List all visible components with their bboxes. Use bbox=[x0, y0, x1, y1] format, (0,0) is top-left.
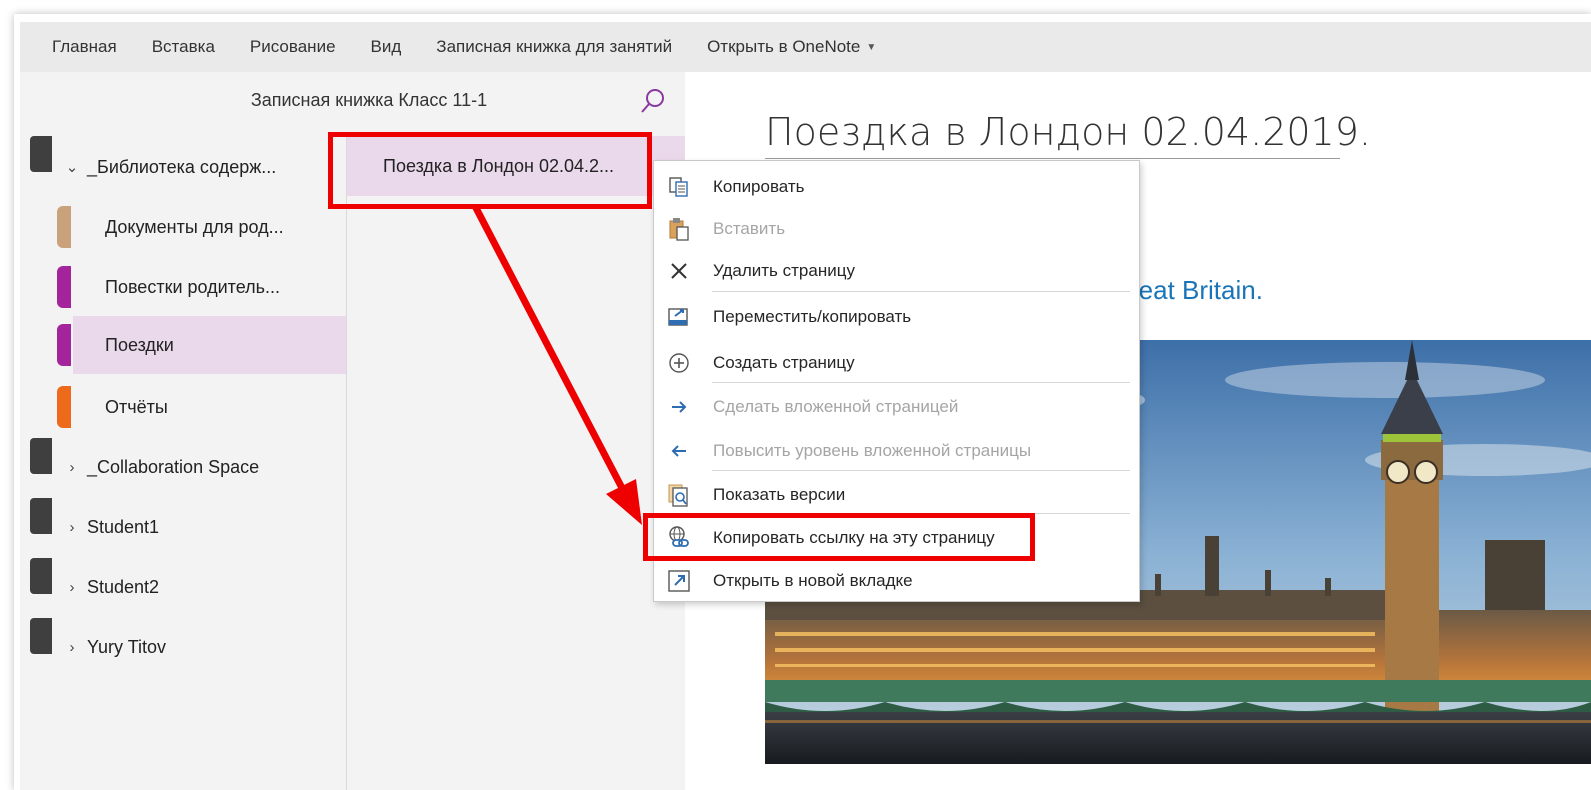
menu-item-label: Копировать bbox=[713, 177, 805, 196]
page-subtitle[interactable]: reat Britain. bbox=[1130, 275, 1263, 306]
versions-icon bbox=[666, 482, 692, 508]
section-group-student2[interactable]: › Student2 bbox=[53, 558, 346, 616]
menu-item-label: Сделать вложенной страницей bbox=[713, 397, 959, 416]
section-color-tab bbox=[57, 266, 71, 308]
search-icon[interactable] bbox=[638, 86, 668, 116]
tab-draw[interactable]: Рисование bbox=[250, 37, 336, 57]
section-label: Документы для род... bbox=[105, 216, 284, 237]
tab-insert[interactable]: Вставка bbox=[152, 37, 215, 57]
menu-item-label: Вставить bbox=[713, 219, 786, 238]
section-group-student1[interactable]: › Student1 bbox=[53, 498, 346, 556]
menu-item-label: Показать версии bbox=[713, 485, 846, 504]
section-group-yury-titov[interactable]: › Yury Titov bbox=[53, 618, 346, 676]
copy-icon bbox=[666, 174, 692, 200]
title-underline bbox=[765, 158, 1340, 159]
section-group-label: Yury Titov bbox=[87, 636, 167, 657]
notebook-header: Записная книжка Класс 11-1 bbox=[53, 72, 685, 132]
delete-icon bbox=[666, 258, 692, 284]
menu-separator bbox=[712, 382, 1130, 383]
chevron-down-icon: ⌄ bbox=[65, 159, 79, 176]
menu-item-label: Переместить/копировать bbox=[713, 307, 912, 326]
tab-home[interactable]: Главная bbox=[52, 37, 117, 57]
section-color-tab bbox=[57, 206, 71, 248]
notebook-title[interactable]: Записная книжка Класс 11-1 bbox=[53, 90, 685, 111]
section-group-label: Student1 bbox=[87, 516, 160, 537]
menu-item-label: Удалить страницу bbox=[713, 261, 855, 280]
notebook-gutter bbox=[20, 72, 56, 790]
annotation-highlight-page bbox=[328, 132, 652, 209]
menu-item-copy[interactable]: Копировать bbox=[654, 167, 1141, 207]
tab-open-in-onenote[interactable]: Открыть в OneNote ▼ bbox=[707, 37, 876, 57]
menu-item-show-versions[interactable]: Показать версии bbox=[654, 475, 1141, 515]
section-group-label: _Collaboration Space bbox=[87, 456, 260, 477]
open-new-tab-icon bbox=[666, 568, 692, 594]
pages-panel: Поездка в Лондон 02.04.2... bbox=[346, 132, 686, 790]
section-group-label: _Библиотека содерж... bbox=[87, 156, 277, 177]
chevron-right-icon: › bbox=[69, 518, 75, 536]
menu-item-label: Повысить уровень вложенной страницы bbox=[713, 441, 1032, 460]
menu-item-paste[interactable]: Вставить bbox=[654, 209, 1141, 249]
section-group-collaboration[interactable]: › _Collaboration Space bbox=[53, 438, 346, 496]
annotation-highlight-copy-link bbox=[643, 513, 1035, 561]
section-item-documents[interactable]: Документы для род... bbox=[53, 198, 346, 256]
arrow-left-icon bbox=[666, 438, 692, 464]
app-window: Главная Вставка Рисование Вид Записная к… bbox=[0, 0, 1591, 790]
menu-item-create-page[interactable]: Создать страницу bbox=[654, 343, 1141, 383]
chevron-down-icon: ▼ bbox=[866, 42, 877, 54]
page-title[interactable]: Поездка в Лондон 02.04.2019. bbox=[765, 110, 1371, 154]
section-group-library[interactable]: ⌄ _Библиотека содерж... bbox=[53, 138, 346, 196]
section-label: Повестки родитель... bbox=[105, 276, 281, 297]
menu-separator bbox=[712, 291, 1130, 292]
section-label: Отчёты bbox=[105, 396, 168, 417]
section-color-tab bbox=[57, 324, 71, 366]
add-page-icon bbox=[666, 350, 692, 376]
menu-item-make-subpage[interactable]: Сделать вложенной страницей bbox=[654, 387, 1141, 427]
tab-class-notebook[interactable]: Записная книжка для занятий bbox=[436, 37, 672, 57]
tab-open-in-onenote-label: Открыть в OneNote bbox=[707, 37, 861, 56]
menu-item-open-new-tab[interactable]: Открыть в новой вкладке bbox=[654, 561, 1141, 601]
section-item-agendas[interactable]: Повестки родитель... bbox=[53, 258, 346, 316]
menu-item-delete-page[interactable]: Удалить страницу bbox=[654, 251, 1141, 291]
section-item-trips[interactable]: Поездки bbox=[73, 316, 346, 374]
section-color-tab bbox=[57, 386, 71, 428]
menu-separator bbox=[712, 470, 1130, 471]
menu-item-promote-subpage[interactable]: Повысить уровень вложенной страницы bbox=[654, 431, 1141, 471]
chevron-right-icon: › bbox=[69, 578, 75, 596]
menu-item-label: Открыть в новой вкладке bbox=[713, 571, 913, 590]
arrow-right-icon bbox=[666, 394, 692, 420]
sections-panel: ⌄ _Библиотека содерж... Документы для ро… bbox=[53, 72, 346, 790]
chevron-right-icon: › bbox=[69, 638, 75, 656]
ribbon: Главная Вставка Рисование Вид Записная к… bbox=[20, 22, 1591, 72]
menu-item-label: Создать страницу bbox=[713, 353, 855, 372]
menu-item-move-copy[interactable]: Переместить/копировать bbox=[654, 297, 1141, 337]
section-label: Поездки bbox=[105, 334, 174, 355]
move-copy-icon bbox=[666, 304, 692, 330]
paste-icon bbox=[666, 216, 692, 242]
chevron-right-icon: › bbox=[69, 458, 75, 476]
tab-view[interactable]: Вид bbox=[371, 37, 402, 57]
section-item-reports[interactable]: Отчёты bbox=[53, 378, 346, 436]
section-group-label: Student2 bbox=[87, 576, 160, 597]
